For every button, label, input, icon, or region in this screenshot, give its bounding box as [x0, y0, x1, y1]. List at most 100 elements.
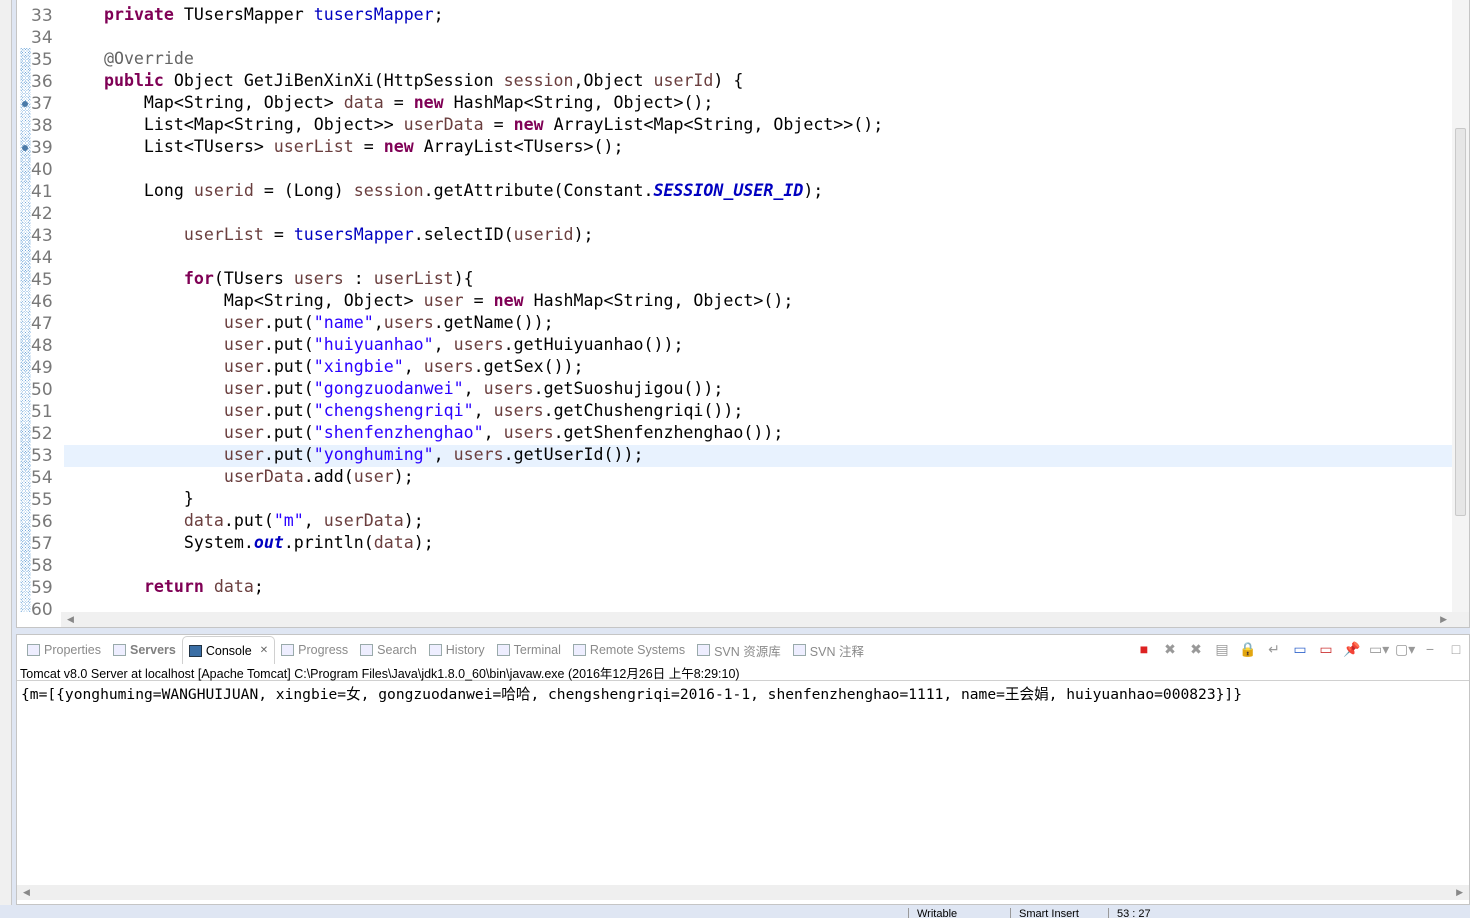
open-console-icon[interactable]: ▢▾: [1395, 640, 1415, 658]
scroll-right-icon[interactable]: ▶: [1456, 885, 1463, 900]
code-line[interactable]: userList = tusersMapper.selectID(userid)…: [64, 225, 1452, 247]
code-token: :: [343, 269, 374, 288]
override-marker-icon[interactable]: [22, 101, 28, 107]
code-line[interactable]: public Object GetJiBenXinXi(HttpSession …: [64, 71, 1452, 93]
code-line[interactable]: }: [64, 489, 1452, 511]
tab-label: Remote Systems: [589, 643, 686, 657]
code-line[interactable]: List<Map<String, Object>> userData = new…: [64, 115, 1452, 137]
code-token: return: [143, 577, 204, 596]
terminal-icon: [496, 644, 510, 656]
code-token: ,: [433, 445, 454, 464]
line-number: 59: [31, 578, 53, 598]
code-token: ;: [433, 5, 444, 24]
terminate-icon[interactable]: ■: [1135, 640, 1153, 658]
code-token: user: [223, 357, 264, 376]
servers-icon: [112, 644, 126, 656]
code-line[interactable]: user.put("chengshengriqi", users.getChus…: [64, 401, 1452, 423]
code-line[interactable]: [64, 27, 1452, 49]
scroll-left-icon[interactable]: ◀: [17, 887, 30, 897]
code-line[interactable]: System.out.println(data);: [64, 533, 1452, 555]
code-line[interactable]: user.put("gongzuodanwei", users.getSuosh…: [64, 379, 1452, 401]
code-token: user: [353, 467, 394, 486]
override-marker-icon[interactable]: [22, 145, 28, 151]
code-line[interactable]: user.put("name",users.getName());: [64, 313, 1452, 335]
scroll-right-icon[interactable]: ▶: [1440, 612, 1447, 627]
code-token: @Override: [64, 49, 194, 68]
remove-launch-icon[interactable]: ✖: [1161, 640, 1179, 658]
code-line[interactable]: Map<String, Object> user = new HashMap<S…: [64, 291, 1452, 313]
code-line[interactable]: [64, 247, 1452, 269]
code-line[interactable]: [64, 203, 1452, 225]
code-token: .put(: [263, 423, 314, 442]
code-line[interactable]: @Override: [64, 49, 1452, 71]
code-token: new: [513, 115, 544, 134]
line-number: 49: [31, 358, 53, 378]
tab-terminal[interactable]: Terminal: [491, 636, 567, 664]
code-token: .println(: [283, 533, 374, 552]
close-icon[interactable]: ✕: [260, 645, 268, 656]
code-token: userList: [273, 137, 354, 156]
display-console-icon[interactable]: ▭▾: [1369, 640, 1389, 658]
code-line[interactable]: return data;: [64, 577, 1452, 599]
code-token: SESSION_USER_ID: [653, 181, 804, 200]
code-token: "chengshengriqi": [313, 401, 474, 420]
tab-history[interactable]: History: [423, 636, 491, 664]
code-line[interactable]: userData.add(user);: [64, 467, 1452, 489]
horizontal-scrollbar[interactable]: ◀ ▶: [61, 612, 1469, 627]
code-token: .put(: [263, 313, 314, 332]
line-number: 57: [31, 534, 53, 554]
code-line[interactable]: Long userid = (Long) session.getAttribut…: [64, 181, 1452, 203]
code-line[interactable]: user.put("xingbie", users.getSex());: [64, 357, 1452, 379]
word-wrap-icon[interactable]: ↵: [1265, 640, 1283, 658]
clear-console-icon[interactable]: ▤: [1213, 640, 1231, 658]
tab-search[interactable]: Search: [354, 636, 423, 664]
tab-servers[interactable]: Servers: [107, 636, 182, 664]
console-output[interactable]: {m=[{yonghuming=WANGHUIJUAN, xingbie=女, …: [17, 681, 1469, 706]
search-icon: [360, 644, 374, 656]
code-line[interactable]: [64, 159, 1452, 181]
tab-progress[interactable]: Progress: [275, 636, 354, 664]
scroll-lock-icon[interactable]: 🔒: [1239, 640, 1257, 658]
svn-repository-icon: [697, 644, 711, 656]
code-token: ;: [253, 577, 264, 596]
code-line[interactable]: Map<String, Object> data = new HashMap<S…: [64, 93, 1452, 115]
show-on-stderr-icon[interactable]: ▭: [1317, 640, 1335, 658]
code-token: data: [373, 533, 414, 552]
code-token: data: [213, 577, 254, 596]
minimize-icon[interactable]: −: [1421, 640, 1439, 658]
scroll-left-icon[interactable]: ◀: [61, 614, 74, 624]
code-line[interactable]: user.put("huiyuanhao", users.getHuiyuanh…: [64, 335, 1452, 357]
console-horizontal-scrollbar[interactable]: ◀ ▶: [17, 885, 1469, 900]
vertical-scrollbar[interactable]: [1452, 0, 1469, 612]
code-line[interactable]: data.put("m", userData);: [64, 511, 1452, 533]
pin-console-icon[interactable]: 📌: [1343, 640, 1361, 658]
maximize-icon[interactable]: □: [1447, 640, 1465, 658]
code-line[interactable]: private TUsersMapper tusersMapper;: [64, 5, 1452, 27]
scroll-thumb[interactable]: [1455, 128, 1466, 516]
line-number: 51: [31, 402, 53, 422]
tab-svn-[interactable]: SVN 注释: [787, 636, 870, 664]
code-line[interactable]: List<TUsers> userList = new ArrayList<TU…: [64, 137, 1452, 159]
remove-all-launches-icon[interactable]: ✖: [1187, 640, 1205, 658]
show-on-stdout-icon[interactable]: ▭: [1291, 640, 1309, 658]
code-line[interactable]: for(TUsers users : userList){: [64, 269, 1452, 291]
line-number: 36: [31, 72, 53, 92]
code-token: users: [423, 357, 474, 376]
code-token: user: [223, 379, 264, 398]
code-token: ,: [463, 379, 484, 398]
tab-console[interactable]: Console ✕: [181, 636, 276, 664]
tab-label: History: [445, 643, 485, 657]
tab-properties[interactable]: Properties: [21, 636, 107, 664]
line-number: 46: [31, 292, 53, 312]
code-editor[interactable]: 33 34 35 36 37 38 39 40 41 42 43 44 45 46 47 48 49 50 51 52…: [16, 0, 1470, 628]
tab-svn-[interactable]: SVN 资源库: [691, 636, 787, 664]
code-area[interactable]: private TUsersMapper tusersMapper; @Over…: [64, 5, 1452, 621]
code-line[interactable]: user.put("shenfenzhenghao", users.getShe…: [64, 423, 1452, 445]
code-line[interactable]: user.put("yonghuming", users.getUserId()…: [64, 445, 1452, 467]
tab-remote-systems[interactable]: Remote Systems: [567, 636, 691, 664]
line-number: 40: [31, 160, 53, 180]
code-line[interactable]: [64, 555, 1452, 577]
